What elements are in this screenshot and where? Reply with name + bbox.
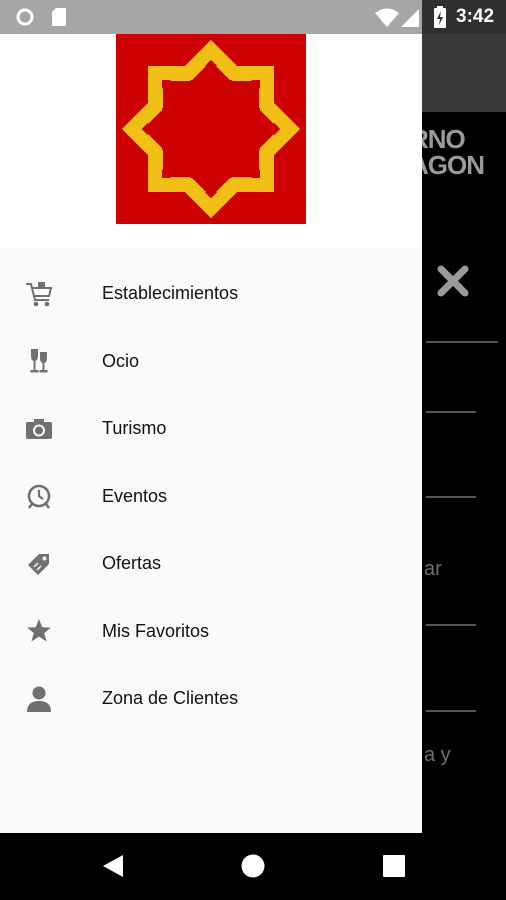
tags-icon: [24, 549, 54, 579]
person-icon: [24, 684, 54, 714]
menu-item-label: Zona de Clientes: [102, 688, 239, 709]
star-logo-icon: [121, 39, 301, 219]
home-button-icon[interactable]: [241, 854, 265, 878]
wifi-icon: [375, 8, 399, 27]
menu-item-ocio[interactable]: Ocio: [0, 328, 422, 396]
background-text-fragment: ar: [424, 558, 442, 580]
divider: [426, 411, 476, 413]
menu-item-ofertas[interactable]: Ofertas: [0, 530, 422, 598]
wine-glass-icon: [24, 346, 54, 376]
app-logo: [116, 34, 306, 224]
menu-item-mis-favoritos[interactable]: Mis Favoritos: [0, 598, 422, 666]
menu-item-eventos[interactable]: Eventos: [0, 463, 422, 531]
battery-charging-icon: [434, 6, 446, 28]
menu-item-turismo[interactable]: Turismo: [0, 395, 422, 463]
navigation-drawer: Establecimientos Ocio Turismo Eventos Of…: [0, 34, 422, 833]
menu-item-establecimientos[interactable]: Establecimientos: [0, 260, 422, 328]
circle-notification-icon: [16, 8, 34, 26]
cell-signal-icon: [401, 9, 419, 27]
recents-button-icon[interactable]: [383, 855, 405, 877]
status-bar: 3:42: [0, 0, 506, 34]
status-time: 3:42: [456, 6, 495, 27]
menu-item-label: Mis Favoritos: [102, 620, 210, 641]
menu-item-label: Turismo: [102, 418, 167, 439]
menu-item-zona-de-clientes[interactable]: Zona de Clientes: [0, 665, 422, 733]
divider: [426, 624, 476, 626]
background-text-fragment: a y: [424, 744, 451, 766]
menu-item-label: Ofertas: [102, 553, 162, 574]
back-button-icon[interactable]: [102, 854, 124, 878]
divider: [426, 710, 476, 712]
camera-icon: [24, 414, 54, 444]
menu-item-label: Establecimientos: [102, 283, 239, 304]
alarm-clock-icon: [24, 481, 54, 511]
star-icon: [24, 616, 54, 646]
drawer-header: [0, 34, 422, 248]
system-navigation-bar: [0, 833, 506, 900]
shopping-cart-icon: [24, 279, 54, 309]
sd-card-icon: [52, 8, 66, 26]
menu-item-label: Ocio: [102, 350, 140, 371]
menu-item-label: Eventos: [102, 485, 168, 506]
drawer-menu: Establecimientos Ocio Turismo Eventos Of…: [0, 260, 422, 733]
divider: [426, 341, 498, 343]
divider: [426, 496, 476, 498]
close-icon[interactable]: [436, 264, 470, 298]
